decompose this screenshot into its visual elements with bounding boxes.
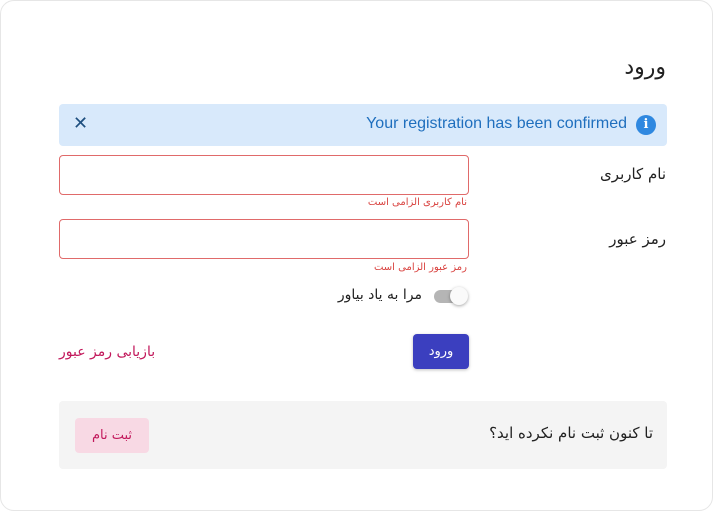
info-alert: ✕ Your registration has been confirmed i [59,104,667,146]
info-icon: i [636,115,656,135]
close-icon[interactable]: ✕ [73,114,88,134]
page-title: ورود [624,55,666,80]
alert-message: Your registration has been confirmed [366,115,627,132]
login-button[interactable]: ورود [413,334,469,369]
password-error: رمز عبور الزامی است [373,262,467,273]
username-label: نام کاربری [600,165,666,183]
username-error: نام کاربری الزامی است [367,197,467,208]
forgot-password-link[interactable]: بازیابی رمز عبور [59,344,155,360]
register-button[interactable]: ثبت نام [75,418,149,453]
password-input[interactable] [59,219,469,259]
register-panel: تا کنون ثبت نام نکرده اید؟ ثبت نام [59,401,667,469]
register-question: تا کنون ثبت نام نکرده اید؟ [489,424,653,442]
password-label: رمز عبور [609,230,666,248]
username-input[interactable] [59,155,469,195]
remember-me-toggle[interactable] [433,287,469,305]
login-card: ورود ✕ Your registration has been confir… [0,0,713,511]
toggle-thumb [450,287,468,305]
remember-me-label[interactable]: مرا به یاد بیاور [338,287,422,303]
